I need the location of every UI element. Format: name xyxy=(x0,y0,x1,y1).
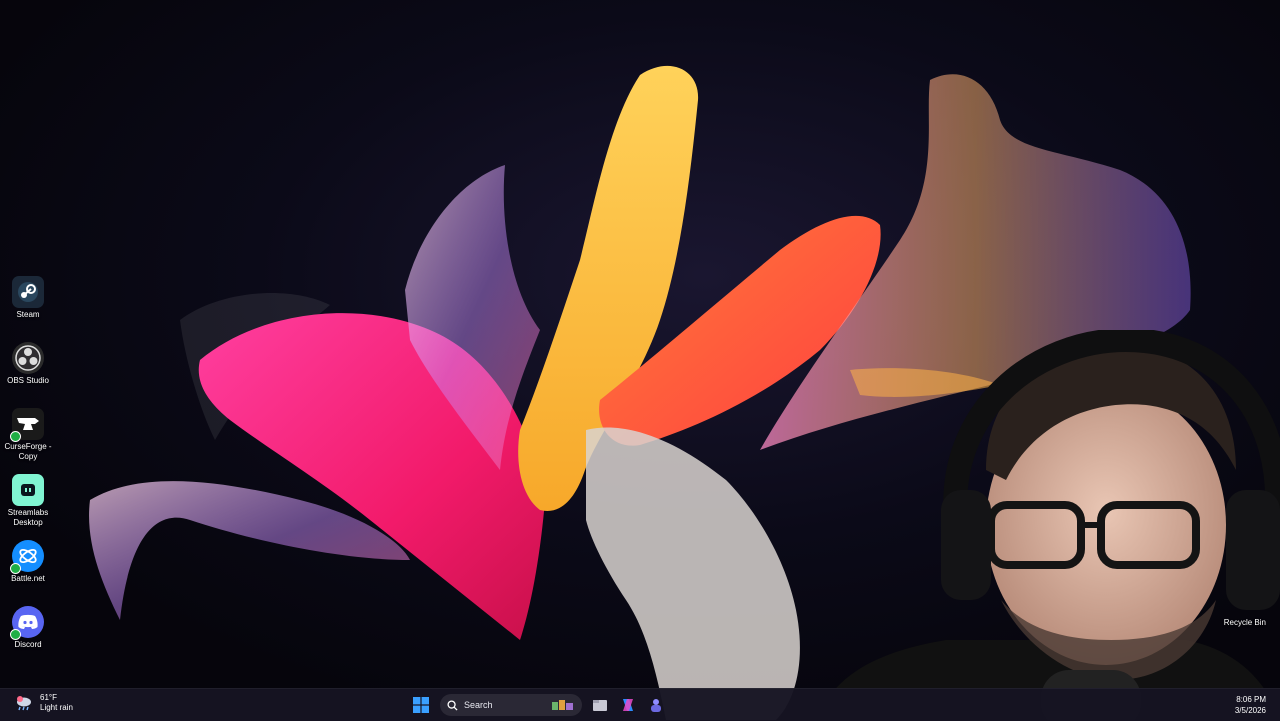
shortcut-badge-icon xyxy=(10,563,21,574)
search-icon xyxy=(447,699,458,711)
desktop-icon-battlenet[interactable]: Battle.net xyxy=(2,540,54,584)
start-button[interactable] xyxy=(410,694,432,716)
desktop-icon-label: OBS Studio xyxy=(7,376,49,385)
teams-icon xyxy=(651,699,661,712)
taskbar-search-box[interactable]: Search xyxy=(440,694,582,716)
taskbar-app-copilot[interactable] xyxy=(618,695,638,715)
weather-condition: Light rain xyxy=(40,703,73,712)
webcam-feed-image xyxy=(586,330,1280,720)
battlenet-icon xyxy=(10,540,44,574)
desktop-icon-label: Steam xyxy=(16,310,40,319)
weather-widget[interactable]: 61°F Light rain xyxy=(14,693,73,713)
desktop-icon-label: Battle.net xyxy=(11,574,45,583)
search-label: Search xyxy=(464,700,493,710)
desktop-icon-streamlabs[interactable]: Streamlabs Desktop xyxy=(2,474,54,528)
clock-date: 3/5/2026 xyxy=(1234,706,1266,715)
weather-temperature: 61°F xyxy=(40,693,57,702)
windows-logo-icon xyxy=(413,697,429,713)
desktop-icon-label: CurseForge - Copy xyxy=(4,442,52,461)
desktop-icon-discord[interactable]: Discord xyxy=(2,606,54,650)
search-highlight-icon xyxy=(552,700,573,710)
discord-icon xyxy=(10,606,44,640)
clock-time: 8:06 PM xyxy=(1236,695,1266,704)
taskbar-app-file-explorer[interactable] xyxy=(590,695,610,715)
shortcut-badge-icon xyxy=(10,629,21,640)
desktop-icon-steam[interactable]: Steam xyxy=(2,276,54,320)
rain-cloud-icon xyxy=(17,696,31,711)
desktop-icon-curseforge[interactable]: CurseForge - Copy xyxy=(2,408,54,462)
system-clock[interactable]: 8:06 PM 3/5/2026 xyxy=(1235,694,1266,716)
file-explorer-icon xyxy=(593,700,607,711)
desktop-icon-label: Streamlabs Desktop xyxy=(7,508,49,527)
copilot-icon xyxy=(623,699,633,711)
desktop-icon-obs[interactable]: OBS Studio xyxy=(2,342,54,386)
taskbar: 61°F Light rain Search 8:06 PM 3/5/2026 xyxy=(0,688,1280,721)
steam-icon xyxy=(12,276,44,308)
shortcut-badge-icon xyxy=(10,431,21,442)
obs-icon xyxy=(12,342,44,374)
webcam-overlay xyxy=(586,330,1280,720)
taskbar-app-teams[interactable] xyxy=(646,695,666,715)
desktop-icon-label: Discord xyxy=(14,640,42,649)
curseforge-icon xyxy=(10,408,44,442)
streamlabs-icon xyxy=(12,474,44,506)
